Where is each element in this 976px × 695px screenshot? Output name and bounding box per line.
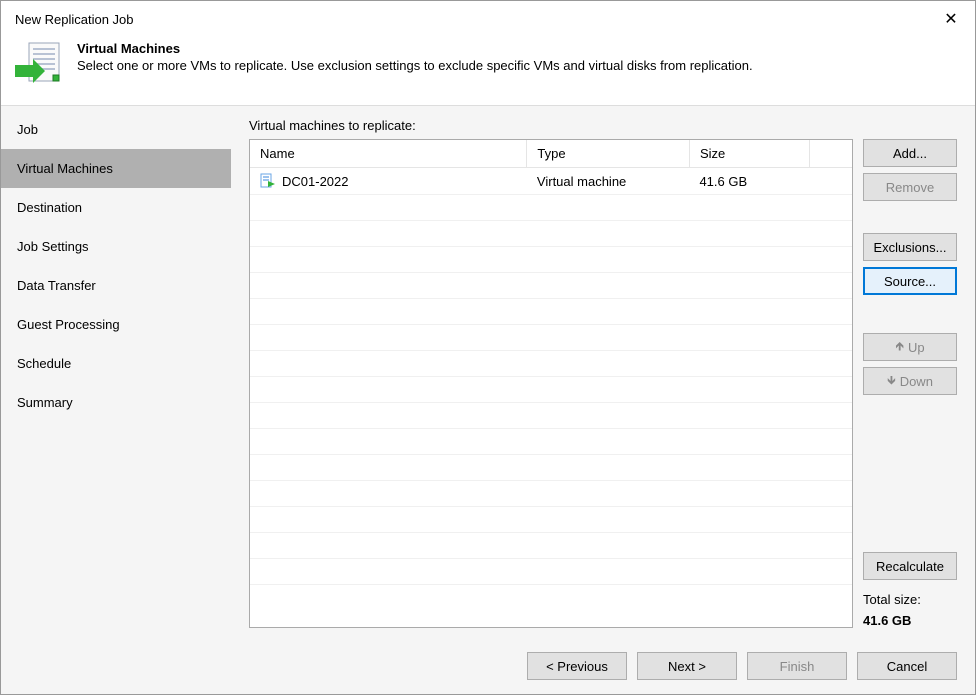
table-row-empty <box>250 247 852 273</box>
close-button[interactable]: ✕ <box>939 9 963 29</box>
table-row-empty <box>250 429 852 455</box>
table-row-empty <box>250 195 852 221</box>
titlebar: New Replication Job ✕ <box>1 1 975 33</box>
sidebar-item-schedule[interactable]: Schedule <box>1 344 231 383</box>
header-text: Virtual Machines Select one or more VMs … <box>77 39 753 73</box>
vm-icon <box>260 173 276 189</box>
vm-table: Name Type Size <box>249 139 853 628</box>
table-row-empty <box>250 351 852 377</box>
sidebar-item-guest-processing[interactable]: Guest Processing <box>1 305 231 344</box>
col-type-header[interactable]: Type <box>527 140 690 168</box>
arrow-up-icon: 🡹 <box>895 337 904 358</box>
table-row-empty <box>250 377 852 403</box>
total-size-label: Total size: <box>863 592 957 607</box>
page-title: Virtual Machines <box>77 41 753 56</box>
main-panel: Virtual machines to replicate: Name Type… <box>231 106 975 638</box>
sidebar-item-virtual-machines[interactable]: Virtual Machines <box>1 149 231 188</box>
table-row-empty <box>250 273 852 299</box>
cancel-button[interactable]: Cancel <box>857 652 957 680</box>
sidebar-item-summary[interactable]: Summary <box>1 383 231 422</box>
sidebar-item-job[interactable]: Job <box>1 110 231 149</box>
page-subtitle: Select one or more VMs to replicate. Use… <box>77 58 753 73</box>
source-button[interactable]: Source... <box>863 267 957 295</box>
add-button[interactable]: Add... <box>863 139 957 167</box>
col-spacer <box>810 140 852 168</box>
window-title: New Replication Job <box>15 12 134 27</box>
next-button[interactable]: Next > <box>637 652 737 680</box>
table-row-empty <box>250 481 852 507</box>
total-size-value: 41.6 GB <box>863 613 957 628</box>
remove-button[interactable]: Remove <box>863 173 957 201</box>
vm-size: 41.6 GB <box>689 168 809 195</box>
table-row[interactable]: DC01-2022 Virtual machine 41.6 GB <box>250 168 852 195</box>
side-buttons: Add... Remove Exclusions... Source... 🡹 … <box>863 139 957 628</box>
table-row-empty <box>250 533 852 559</box>
table-row-empty <box>250 559 852 585</box>
table-row-empty <box>250 507 852 533</box>
sidebar-item-destination[interactable]: Destination <box>1 188 231 227</box>
table-label: Virtual machines to replicate: <box>249 118 957 133</box>
sidebar-item-data-transfer[interactable]: Data Transfer <box>1 266 231 305</box>
replication-icon <box>15 39 63 89</box>
wizard-window: New Replication Job ✕ Virtual Machines S… <box>0 0 976 695</box>
previous-button[interactable]: < Previous <box>527 652 627 680</box>
table-row-empty <box>250 403 852 429</box>
up-button[interactable]: 🡹 Up <box>863 333 957 361</box>
table-row-empty <box>250 221 852 247</box>
finish-button[interactable]: Finish <box>747 652 847 680</box>
col-name-header[interactable]: Name <box>250 140 527 168</box>
sidebar: Job Virtual Machines Destination Job Set… <box>1 106 231 638</box>
exclusions-button[interactable]: Exclusions... <box>863 233 957 261</box>
down-button[interactable]: 🡻 Down <box>863 367 957 395</box>
col-size-header[interactable]: Size <box>689 140 809 168</box>
sidebar-item-job-settings[interactable]: Job Settings <box>1 227 231 266</box>
footer: < Previous Next > Finish Cancel <box>1 638 975 694</box>
table-row-empty <box>250 325 852 351</box>
header: Virtual Machines Select one or more VMs … <box>1 33 975 105</box>
body: Job Virtual Machines Destination Job Set… <box>1 105 975 638</box>
arrow-down-icon: 🡻 <box>887 371 896 392</box>
recalculate-button[interactable]: Recalculate <box>863 552 957 580</box>
table-row-empty <box>250 299 852 325</box>
vm-type: Virtual machine <box>527 168 690 195</box>
table-row-empty <box>250 455 852 481</box>
vm-name: DC01-2022 <box>282 174 349 189</box>
main-row: Name Type Size <box>249 139 957 628</box>
